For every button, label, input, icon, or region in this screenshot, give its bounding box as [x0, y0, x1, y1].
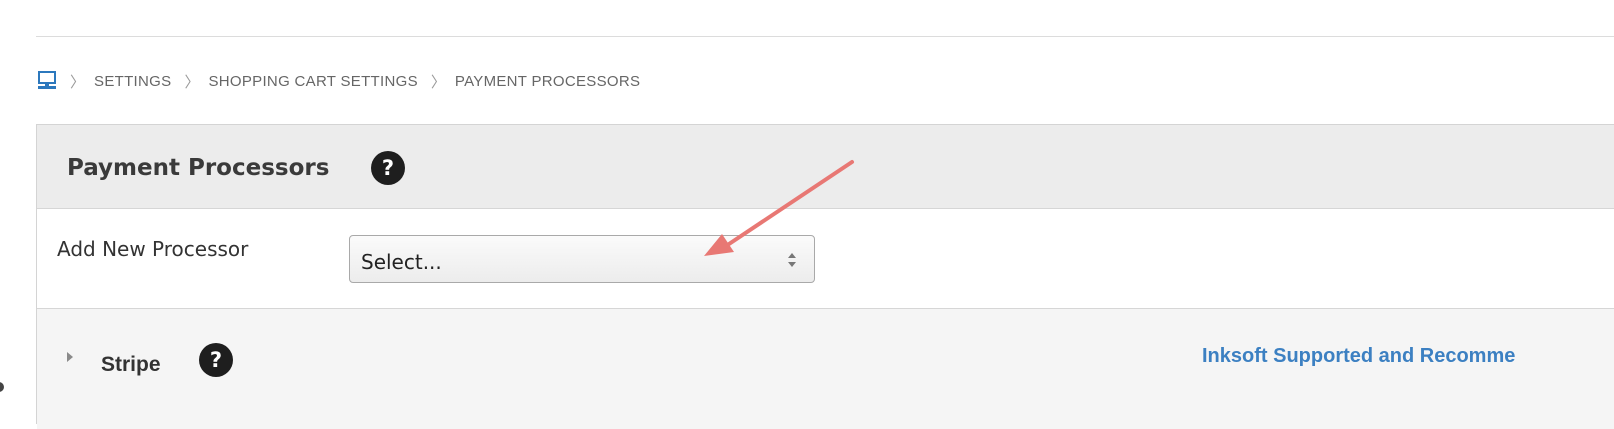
- processor-select[interactable]: Select...: [349, 235, 815, 283]
- expand-caret-icon[interactable]: [65, 349, 75, 363]
- select-arrows-icon: [787, 250, 797, 270]
- add-processor-label: Add New Processor: [57, 237, 249, 261]
- help-icon[interactable]: ?: [371, 151, 405, 185]
- supported-recommended-link[interactable]: Inksoft Supported and Recomme: [1202, 345, 1515, 368]
- breadcrumb-item-payment-processors[interactable]: PAYMENT PROCESSORS: [455, 73, 640, 90]
- breadcrumb-separator: 〉: [70, 72, 86, 91]
- breadcrumb: 〉 SETTINGS 〉 SHOPPING CART SETTINGS 〉 PA…: [37, 70, 640, 92]
- breadcrumb-separator: 〉: [430, 72, 446, 91]
- help-icon[interactable]: ?: [199, 343, 233, 377]
- breadcrumb-item-settings[interactable]: SETTINGS: [94, 73, 171, 90]
- breadcrumb-separator: 〉: [184, 72, 200, 91]
- payment-processors-panel: Payment Processors ? Add New Processor S…: [36, 124, 1614, 429]
- processor-row-stripe: Stripe ? Inksoft Supported and Recomme: [37, 309, 1614, 429]
- processor-select-value: Select...: [361, 250, 442, 274]
- panel-header: Payment Processors ?: [37, 125, 1614, 209]
- computer-monitor-icon[interactable]: [37, 70, 57, 92]
- processor-name: Stripe: [101, 353, 161, 376]
- add-processor-row: Add New Processor Select...: [37, 209, 1614, 309]
- page-title: Payment Processors: [67, 155, 330, 181]
- top-divider: [36, 36, 1614, 37]
- breadcrumb-item-shopping-cart-settings[interactable]: SHOPPING CART SETTINGS: [208, 73, 417, 90]
- corner-decoration: [0, 382, 4, 392]
